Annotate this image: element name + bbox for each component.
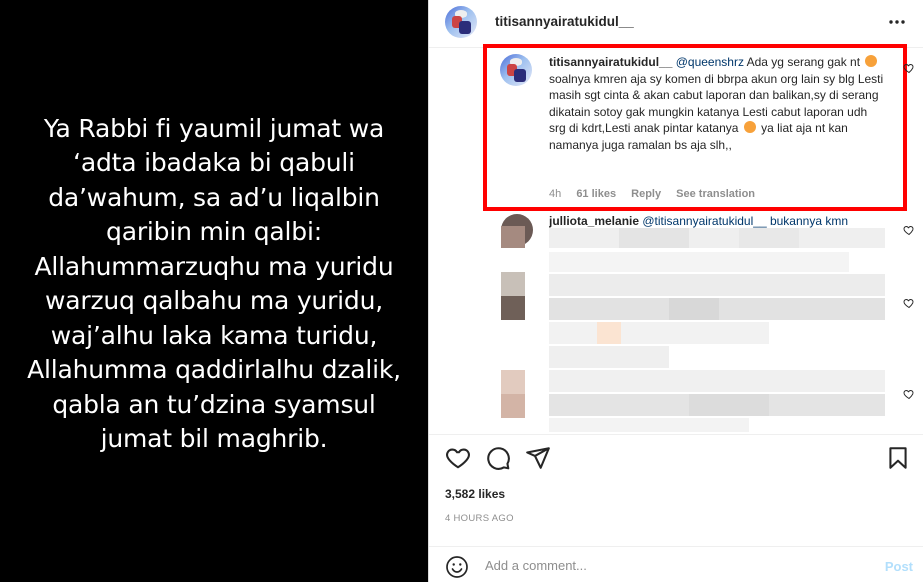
post-panel: titisannyairatukidul__ titisannyairatuki… [428, 0, 923, 582]
comment-like-heart-icon[interactable] [903, 224, 915, 236]
comment-like-heart-icon[interactable] [903, 297, 915, 309]
comment-time: 4h [549, 188, 562, 200]
comment-mention-link[interactable]: @queenshrz [676, 55, 744, 69]
hand-over-mouth-emoji-icon [743, 121, 756, 133]
comment-reply-button[interactable]: Reply [631, 188, 661, 200]
next-comment-username[interactable]: julliota_melanie [549, 214, 639, 228]
add-comment-input[interactable] [485, 555, 845, 575]
more-options-icon[interactable] [887, 12, 907, 32]
comment-like-heart-icon[interactable] [903, 388, 915, 400]
comment-meta: 4h 61 likes Reply See translation [549, 188, 767, 200]
post-author-avatar[interactable] [445, 6, 477, 38]
comment-body-part1: Ada yg serang gak nt [746, 55, 861, 69]
story-panel: Ya Rabbi fi yaumil jumat wa ‘adta ibadak… [0, 0, 428, 582]
add-comment-bar: Post [429, 546, 923, 582]
next-comment-body: @titisannyairatukidul__ bukannya kmn [642, 214, 849, 228]
comment-bubble-icon[interactable] [485, 445, 511, 471]
post-header: titisannyairatukidul__ [429, 0, 923, 48]
like-heart-icon[interactable] [445, 445, 471, 471]
smiley-face-icon[interactable] [445, 555, 469, 579]
comment-like-heart-icon[interactable] [903, 62, 915, 74]
post-action-bar [429, 434, 923, 480]
post-likes-count[interactable]: 3,582 likes [445, 487, 505, 501]
save-bookmark-icon[interactable] [885, 445, 911, 471]
comment-author-avatar[interactable] [500, 54, 532, 86]
post-author-username[interactable]: titisannyairatukidul__ [495, 14, 634, 29]
comment-author-username[interactable]: titisannyairatukidul__ [549, 55, 672, 69]
comment-likes[interactable]: 61 likes [576, 188, 616, 200]
share-paper-plane-icon[interactable] [525, 445, 551, 471]
post-comment-button[interactable]: Post [885, 559, 913, 574]
post-timestamp: 4 HOURS AGO [445, 513, 514, 524]
see-translation-link[interactable]: See translation [676, 188, 755, 200]
story-caption: Ya Rabbi fi yaumil jumat wa ‘adta ibadak… [27, 113, 401, 454]
hand-over-mouth-emoji-icon [865, 55, 878, 67]
highlighted-comment-text: titisannyairatukidul__ @queenshrz Ada yg… [549, 54, 885, 153]
next-comment-text: julliota_melanie @titisannyairatukidul__… [549, 214, 885, 228]
